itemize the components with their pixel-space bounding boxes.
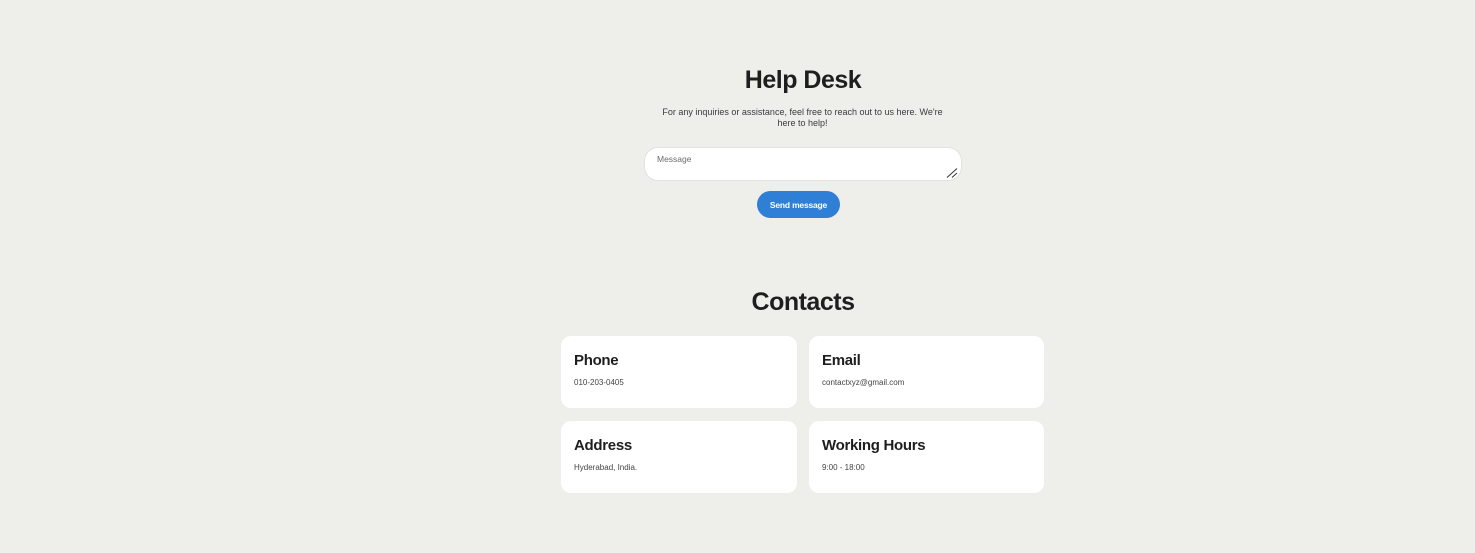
- contact-card-working-hours: Working Hours 9:00 - 18:00: [809, 421, 1044, 493]
- contact-card-title: Phone: [574, 352, 619, 369]
- help-desk-subtitle: For any inquiries or assistance, feel fr…: [662, 107, 943, 128]
- resize-handle-icon[interactable]: [946, 168, 958, 178]
- help-desk-title: Help Desk: [744, 66, 862, 94]
- message-field-container: [644, 147, 962, 181]
- message-input[interactable]: [645, 148, 961, 180]
- contact-card-address: Address Hyderabad, India.: [561, 421, 797, 493]
- contact-card-value: 9:00 - 18:00: [822, 463, 865, 472]
- contact-card-title: Email: [822, 352, 861, 369]
- contact-card-email: Email contactxyz@gmail.com: [809, 336, 1044, 408]
- contact-card-phone: Phone 010-203-0405: [561, 336, 797, 408]
- page: Help Desk For any inquiries or assistanc…: [0, 0, 1475, 553]
- contact-card-value: Hyderabad, India.: [574, 463, 638, 472]
- contact-card-value: 010-203-0405: [574, 378, 624, 387]
- contact-card-title: Working Hours: [822, 437, 926, 454]
- send-message-button[interactable]: Send message: [757, 191, 840, 218]
- contact-card-title: Address: [574, 437, 632, 454]
- contacts-title: Contacts: [751, 288, 855, 316]
- contact-card-value: contactxyz@gmail.com: [822, 378, 905, 387]
